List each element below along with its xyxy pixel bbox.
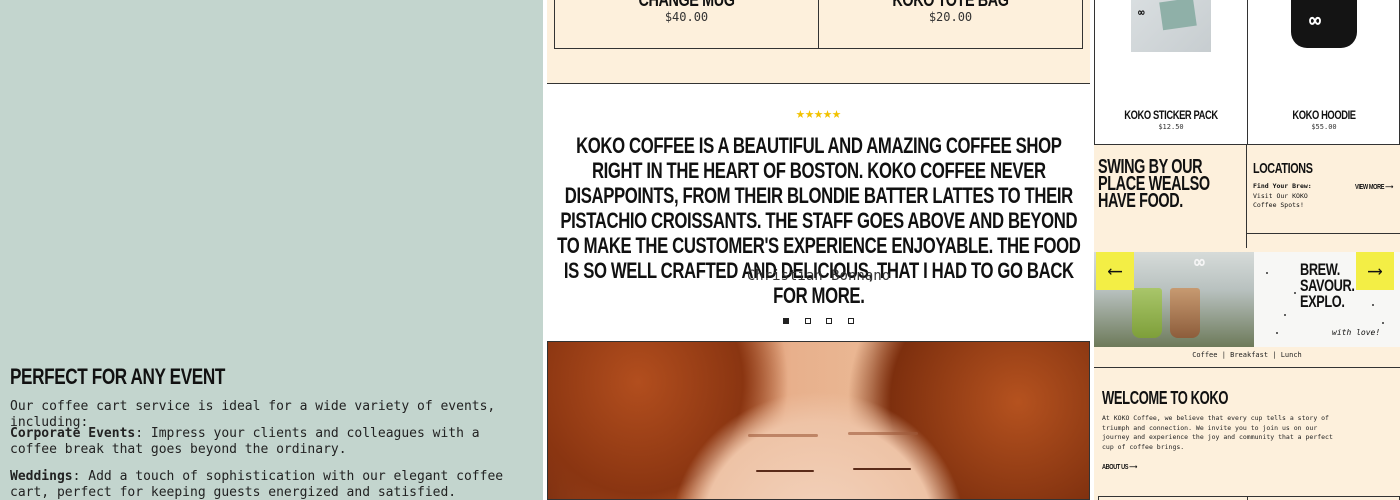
about-us-link[interactable]: ABOUT US ⟶ [1102, 463, 1137, 471]
koko-logo-icon: ∞ [1309, 8, 1322, 32]
slider-dot[interactable] [847, 318, 854, 324]
shop-panel: ∞ KOKO STICKER PACK $12.50 ∞ KOKO HOODIE… [1094, 0, 1400, 500]
woman-portrait-image [547, 341, 1090, 500]
product-card[interactable]: KOKO TOTE BAG $20.00 [818, 0, 1083, 49]
product-price: $20.00 [928, 10, 973, 24]
with-love-text: with love! [1332, 328, 1381, 337]
shop-item-price: $55.00 [1311, 123, 1337, 131]
product-price: $40.00 [664, 10, 709, 24]
slider-dot[interactable] [826, 318, 833, 324]
store-sign-logo: ∞ [1194, 252, 1205, 273]
eyebrow [848, 432, 918, 435]
coffee-cup [1170, 288, 1200, 338]
food-callout-text: SWING BY OUR PLACE WEALSO HAVE FOOD. [1098, 156, 1210, 212]
notebook-shape [1159, 0, 1197, 31]
testimonial-panel: CHANGE MUG $40.00 KOKO TOTE BAG $20.00 ★… [543, 0, 1094, 500]
event-item-corporate: Corporate Events: Impress your clients a… [10, 426, 530, 458]
speckle [1276, 332, 1278, 334]
rating-stars-icon: ★★★★★ [795, 104, 842, 122]
divider [1094, 367, 1400, 368]
event-item-weddings: Weddings: Add a touch of sophistication … [10, 469, 530, 500]
speckle [1284, 314, 1286, 316]
matcha-cup [1132, 288, 1162, 338]
find-brew-label: Find Your Brew: [1253, 182, 1312, 190]
eyelid [756, 470, 814, 472]
locations-block: LOCATIONS Find Your Brew: Visit Our KOKO… [1247, 145, 1400, 234]
speckle [1294, 292, 1296, 294]
eyebrow [748, 434, 818, 437]
shop-item-name: KOKO STICKER PACK [1124, 108, 1218, 122]
hoodie-image: ∞ [1291, 0, 1357, 48]
speckle [1382, 322, 1384, 324]
koko-logo-icon: ∞ [1138, 6, 1145, 19]
shop-item[interactable]: ∞ KOKO HOODIE $55.00 [1248, 0, 1400, 145]
product-card[interactable]: CHANGE MUG $40.00 [554, 0, 819, 49]
slider-dot[interactable] [804, 318, 811, 324]
locations-text: Find Your Brew: Visit Our KOKO Coffee Sp… [1253, 182, 1323, 211]
view-more-link[interactable]: VIEW MORE ⟶ [1355, 183, 1393, 191]
event-item-text: : Add a touch of sophistication with our… [10, 469, 504, 500]
shop-grid: ∞ KOKO STICKER PACK $12.50 ∞ KOKO HOODIE… [1094, 0, 1400, 145]
eyelid [853, 468, 911, 470]
find-brew-text: Visit Our KOKO Coffee Spots! [1253, 191, 1308, 210]
product-strip: CHANGE MUG $40.00 KOKO TOTE BAG $20.00 [547, 0, 1090, 84]
sticker-pack-image: ∞ [1131, 0, 1211, 52]
arrow-right-icon[interactable]: ⟶ [1356, 252, 1394, 290]
arrow-left-icon[interactable]: ⟵ [1096, 252, 1134, 290]
shop-item-name: KOKO HOODIE [1292, 108, 1356, 122]
events-title: PERFECT FOR ANY EVENT [10, 364, 225, 389]
menu-categories: Coffee | Breakfast | Lunch [1192, 351, 1302, 359]
shop-item-price: $12.50 [1158, 123, 1184, 131]
event-item-label: Weddings [10, 469, 73, 484]
shop-item[interactable]: ∞ KOKO STICKER PACK $12.50 [1095, 0, 1247, 145]
speckle [1266, 272, 1268, 274]
event-item-label: Corporate Events [10, 426, 136, 441]
next-grid-edge [1098, 496, 1400, 500]
locations-title: LOCATIONS [1253, 160, 1313, 177]
welcome-title: WELCOME TO KOKO [1102, 388, 1229, 408]
testimonial-author: Christian Bonnano [746, 268, 891, 284]
slider-dots [543, 309, 1094, 328]
food-callout: SWING BY OUR PLACE WEALSO HAVE FOOD. [1094, 145, 1247, 248]
gallery-carousel: ∞ BREW. SAVOUR. EXPLO. with love! ⟵ ⟶ [1094, 252, 1400, 347]
welcome-text: At KOKO Coffee, we believe that every cu… [1102, 414, 1333, 451]
slider-dot[interactable] [783, 318, 790, 324]
events-panel: PERFECT FOR ANY EVENT Our coffee cart se… [0, 0, 543, 500]
